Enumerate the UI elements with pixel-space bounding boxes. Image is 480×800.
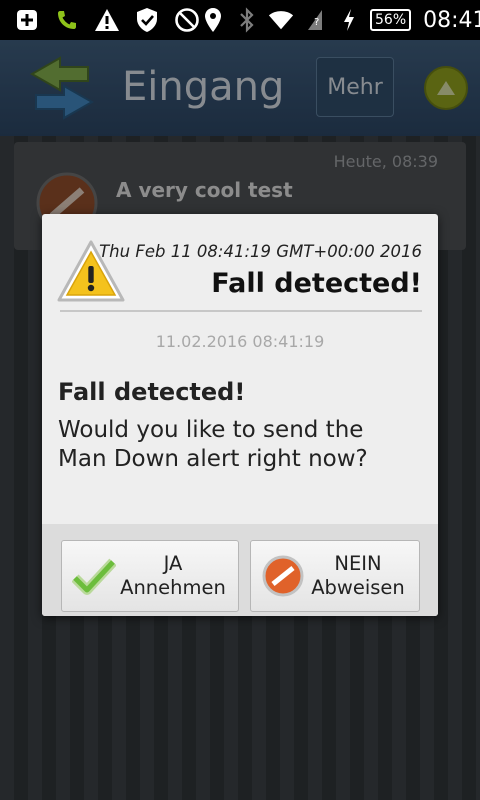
block-icon <box>174 7 200 33</box>
status-bar: ? 56% 08:41 <box>0 0 480 40</box>
checkmark-icon <box>71 554 117 598</box>
shield-check-icon <box>134 7 160 33</box>
message-line-2: Man Down alert right now? <box>58 446 368 472</box>
accept-label: JA Annehmen <box>116 552 238 600</box>
bluetooth-icon <box>234 7 260 33</box>
reject-button[interactable]: NEIN Abweisen <box>250 540 420 612</box>
dialog-heading: Fall detected! <box>58 378 246 406</box>
message-line-1: Would you like to send the <box>58 417 364 443</box>
alert-timestamp: 11.02.2016 08:41:19 <box>155 332 325 351</box>
svg-text:?: ? <box>314 17 319 28</box>
reject-label-line-1: NEIN <box>334 552 382 575</box>
alert-datetime: Thu Feb 11 08:41:19 GMT+00:00 2016 <box>99 242 422 261</box>
accept-button[interactable]: JA Annehmen <box>61 540 239 612</box>
wifi-icon <box>268 7 294 33</box>
dialog-button-bar: JA Annehmen NEIN Abweisen <box>42 524 438 616</box>
location-pin-icon <box>200 7 226 33</box>
accept-label-line-2: Annehmen <box>120 576 226 599</box>
clock: 08:41 <box>423 7 480 33</box>
charging-icon <box>336 7 362 33</box>
reject-icon <box>261 554 305 598</box>
phone-call-icon <box>54 7 80 33</box>
reject-label-line-2: Abweisen <box>311 576 405 599</box>
warning-icon <box>94 7 120 33</box>
fall-detected-dialog: Thu Feb 11 08:41:19 GMT+00:00 2016 Fall … <box>42 214 438 616</box>
title-divider <box>60 310 422 312</box>
accept-label-line-1: JA <box>163 552 183 575</box>
dialog-title: Fall detected! <box>211 268 422 299</box>
dialog-message: Would you like to send the Man Down aler… <box>58 416 418 474</box>
mobile-data-icon: ? <box>302 7 328 33</box>
add-box-icon <box>14 7 40 33</box>
reject-label: NEIN Abweisen <box>305 552 419 600</box>
battery-indicator: 56% <box>370 9 412 31</box>
